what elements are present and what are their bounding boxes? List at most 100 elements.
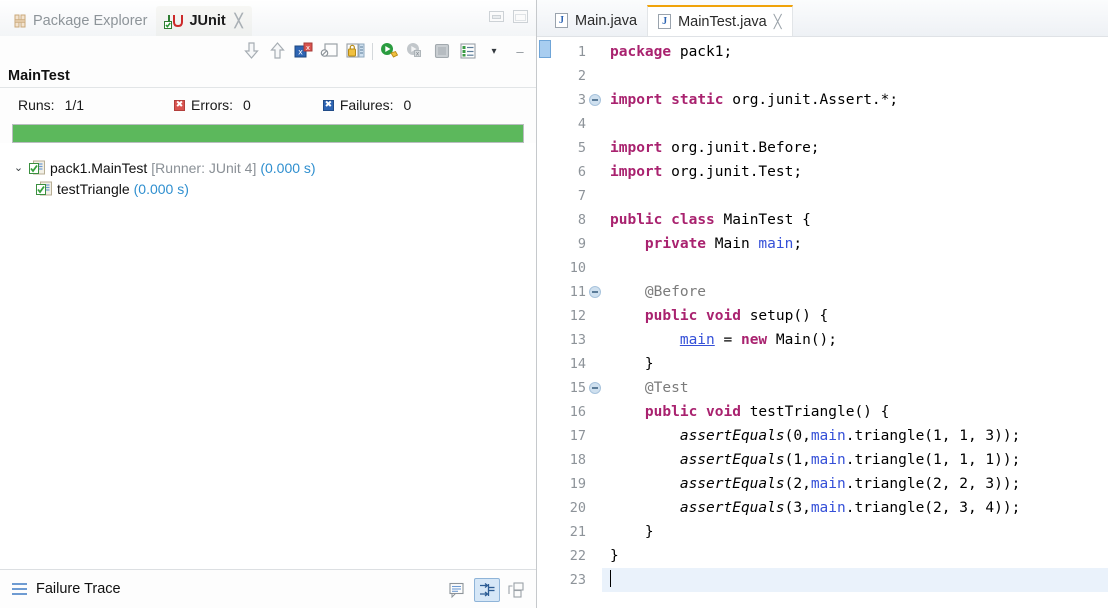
- code-line[interactable]: assertEquals(3,main.triangle(2, 3, 4));: [602, 496, 1108, 520]
- chevron-down-icon[interactable]: ▾: [482, 40, 506, 62]
- tree-item-test-class[interactable]: ⌄ pack1.MainTest [Runner: JUnit 4] (0.00…: [0, 157, 536, 178]
- code-line[interactable]: }: [602, 544, 1108, 568]
- close-icon[interactable]: ╳: [774, 14, 782, 30]
- show-failures-only-button[interactable]: x x: [291, 40, 315, 62]
- previous-failed-test-button[interactable]: [265, 40, 289, 62]
- code-line[interactable]: package pack1;: [602, 40, 1108, 64]
- code-line[interactable]: private Main main;: [602, 232, 1108, 256]
- folding-row: [587, 448, 602, 472]
- rerun-failed-tests-button[interactable]: x: [404, 40, 428, 62]
- code-line[interactable]: public class MainTest {: [602, 208, 1108, 232]
- maximize-failure-trace-button[interactable]: [504, 579, 528, 601]
- svg-text:x: x: [298, 48, 303, 57]
- code-line[interactable]: [602, 64, 1108, 88]
- stack-trace-filter-button[interactable]: [474, 578, 500, 602]
- compare-result-button[interactable]: [446, 579, 470, 601]
- text-caret: [610, 570, 611, 587]
- minimize-view-button[interactable]: [489, 11, 504, 22]
- view-tab-package-explorer[interactable]: Package Explorer: [6, 6, 156, 36]
- failure-trace-icon: [12, 583, 27, 595]
- folding-row: [587, 88, 602, 112]
- scroll-lock-button[interactable]: [317, 40, 341, 62]
- folding-row: [587, 568, 602, 592]
- folding-row: [587, 304, 602, 328]
- errors-value: 0: [243, 97, 251, 113]
- editor-tab-main-java[interactable]: J Main.java: [545, 5, 647, 36]
- line-number: 8: [577, 212, 586, 228]
- line-number: 18: [569, 452, 586, 468]
- folding-row: [587, 328, 602, 352]
- junit-view: Package Explorer JUnit ╳ x x x ▾ – MainT…: [0, 0, 537, 608]
- test-class-pass-icon: [29, 160, 46, 176]
- test-run-history-button[interactable]: [456, 40, 480, 62]
- errors-label: Errors:: [191, 97, 234, 113]
- annotation-ruler[interactable]: [537, 37, 553, 608]
- code-line[interactable]: public void testTriangle() {: [602, 400, 1108, 424]
- view-tab-junit-label: JUnit: [189, 13, 226, 29]
- test-progress-fill: [13, 125, 523, 142]
- code-line[interactable]: [602, 568, 1108, 592]
- tree-item-test-method[interactable]: testTriangle (0.000 s): [0, 178, 536, 199]
- code-line[interactable]: import org.junit.Before;: [602, 136, 1108, 160]
- close-icon[interactable]: ╳: [235, 13, 243, 29]
- line-number: 17: [569, 428, 586, 444]
- fold-collapse-icon[interactable]: [588, 286, 601, 298]
- code-line[interactable]: [602, 112, 1108, 136]
- folding-row: [587, 208, 602, 232]
- folding-row: [587, 184, 602, 208]
- runs-label: Runs:: [18, 97, 55, 113]
- tree-item-test-class-label: pack1.MainTest: [50, 159, 148, 176]
- runs-value: 1/1: [64, 97, 85, 113]
- code-line[interactable]: [602, 184, 1108, 208]
- code-line[interactable]: main = new Main();: [602, 328, 1108, 352]
- code-line[interactable]: @Before: [602, 280, 1108, 304]
- code-line[interactable]: [602, 256, 1108, 280]
- editor-tab-maintest-java-label: MainTest.java: [678, 13, 767, 30]
- minimize-toolbar-button[interactable]: –: [508, 40, 532, 62]
- code-line[interactable]: assertEquals(0,main.triangle(1, 1, 3));: [602, 424, 1108, 448]
- line-number: 22: [569, 548, 586, 564]
- test-history-button[interactable]: [343, 40, 367, 62]
- test-results-tree[interactable]: ⌄ pack1.MainTest [Runner: JUnit 4] (0.00…: [0, 143, 536, 569]
- annotation-marker[interactable]: [539, 40, 551, 58]
- code-line[interactable]: public void setup() {: [602, 304, 1108, 328]
- folding-row: [587, 376, 602, 400]
- editor-tab-main-java-label: Main.java: [575, 12, 638, 29]
- folding-ruler[interactable]: [587, 37, 602, 608]
- errors-badge-icon: ✖: [174, 99, 186, 111]
- eclipse-workbench: Package Explorer JUnit ╳ x x x ▾ – MainT…: [0, 0, 1108, 608]
- runs-counter: Runs: 1/1: [18, 97, 84, 113]
- code-area[interactable]: 1 2 3 4 5 6 7 8 9 10 11 12 13 14 15 16 17 18 19 20 21 22 23 pa…: [537, 37, 1108, 608]
- folding-row: [587, 160, 602, 184]
- fold-collapse-icon[interactable]: [588, 94, 601, 106]
- editor-tab-maintest-java[interactable]: J MainTest.java ╳: [647, 5, 793, 36]
- folding-row: [587, 472, 602, 496]
- failure-trace-buttons: [446, 578, 528, 602]
- code-line[interactable]: assertEquals(1,main.triangle(1, 1, 1));: [602, 448, 1108, 472]
- folding-row: [587, 280, 602, 304]
- view-tab-junit[interactable]: JUnit ╳: [156, 6, 252, 36]
- stop-test-run-button[interactable]: [430, 40, 454, 62]
- code-line[interactable]: }: [602, 352, 1108, 376]
- maximize-view-button[interactable]: [513, 10, 528, 23]
- line-number: 9: [577, 236, 586, 252]
- test-method-pass-icon: [36, 181, 53, 197]
- code-line[interactable]: }: [602, 520, 1108, 544]
- folding-row: [587, 400, 602, 424]
- line-number: 10: [569, 260, 586, 276]
- failures-label: Failures:: [339, 97, 394, 113]
- svg-text:x: x: [305, 44, 309, 52]
- code-line[interactable]: assertEquals(2,main.triangle(2, 2, 3));: [602, 472, 1108, 496]
- next-failed-test-button[interactable]: [239, 40, 263, 62]
- folding-row: [587, 40, 602, 64]
- code-line[interactable]: import static org.junit.Assert.*;: [602, 88, 1108, 112]
- expand-collapse-icon[interactable]: ⌄: [12, 161, 25, 174]
- code-line[interactable]: @Test: [602, 376, 1108, 400]
- code-line[interactable]: import org.junit.Test;: [602, 160, 1108, 184]
- rerun-test-button[interactable]: [378, 40, 402, 62]
- failure-trace-section: Failure Trace: [0, 569, 536, 608]
- junit-toolbar: x x x ▾ –: [0, 36, 536, 66]
- source-code-text[interactable]: package pack1; import static org.junit.As…: [602, 37, 1108, 608]
- java-editor: J Main.java J MainTest.java ╳ 1234567891…: [537, 0, 1108, 608]
- fold-collapse-icon[interactable]: [588, 382, 601, 394]
